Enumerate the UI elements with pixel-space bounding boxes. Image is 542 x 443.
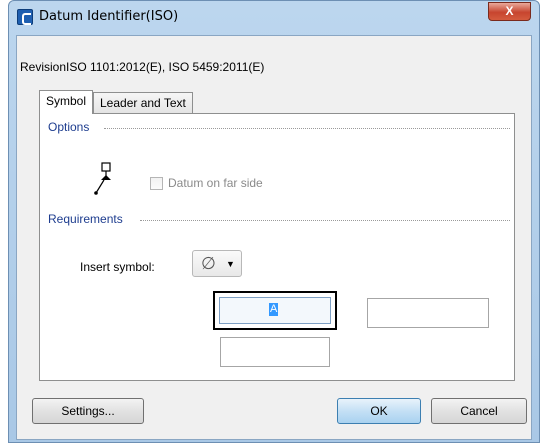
app-icon bbox=[17, 9, 33, 25]
datum-identifier-icon bbox=[94, 162, 111, 195]
datum-far-side-checkbox[interactable] bbox=[150, 177, 163, 190]
title-bar[interactable]: Datum Identifier(ISO) X bbox=[9, 1, 539, 35]
diameter-icon: ∅ bbox=[201, 254, 216, 273]
requirements-group-label: Requirements bbox=[48, 212, 126, 226]
symbol-tab-panel: Options Datum on far side Requirements I… bbox=[39, 113, 515, 381]
ok-button[interactable]: OK bbox=[337, 398, 421, 424]
dialog-client-area: RevisionISO 1101:2012(E), ISO 5459:2011(… bbox=[16, 35, 532, 440]
dialog-window: Datum Identifier(ISO) X RevisionISO 1101… bbox=[8, 0, 540, 443]
datum-bottom-input[interactable] bbox=[220, 337, 330, 367]
datum-letter-input[interactable]: A bbox=[219, 297, 331, 324]
datum-right-input[interactable] bbox=[367, 298, 489, 328]
chevron-down-icon: ▼ bbox=[226, 259, 235, 269]
tab-symbol[interactable]: Symbol bbox=[39, 90, 94, 114]
revision-label: RevisionISO 1101:2012(E), ISO 5459:2011(… bbox=[20, 60, 265, 74]
requirements-divider bbox=[140, 220, 510, 221]
settings-button[interactable]: Settings... bbox=[32, 398, 144, 424]
options-divider bbox=[104, 128, 510, 129]
datum-far-side-label: Datum on far side bbox=[168, 176, 263, 190]
datum-letter-text: A bbox=[269, 303, 279, 316]
insert-symbol-label: Insert symbol: bbox=[80, 260, 155, 274]
datum-frame-box: A bbox=[213, 291, 337, 330]
window-title: Datum Identifier(ISO) bbox=[39, 9, 179, 24]
options-group-label: Options bbox=[48, 120, 93, 134]
cancel-button[interactable]: Cancel bbox=[431, 398, 527, 424]
insert-symbol-dropdown[interactable]: ∅ ▼ bbox=[192, 250, 242, 277]
tab-leader-and-text[interactable]: Leader and Text bbox=[93, 92, 193, 114]
close-button[interactable]: X bbox=[488, 2, 531, 21]
